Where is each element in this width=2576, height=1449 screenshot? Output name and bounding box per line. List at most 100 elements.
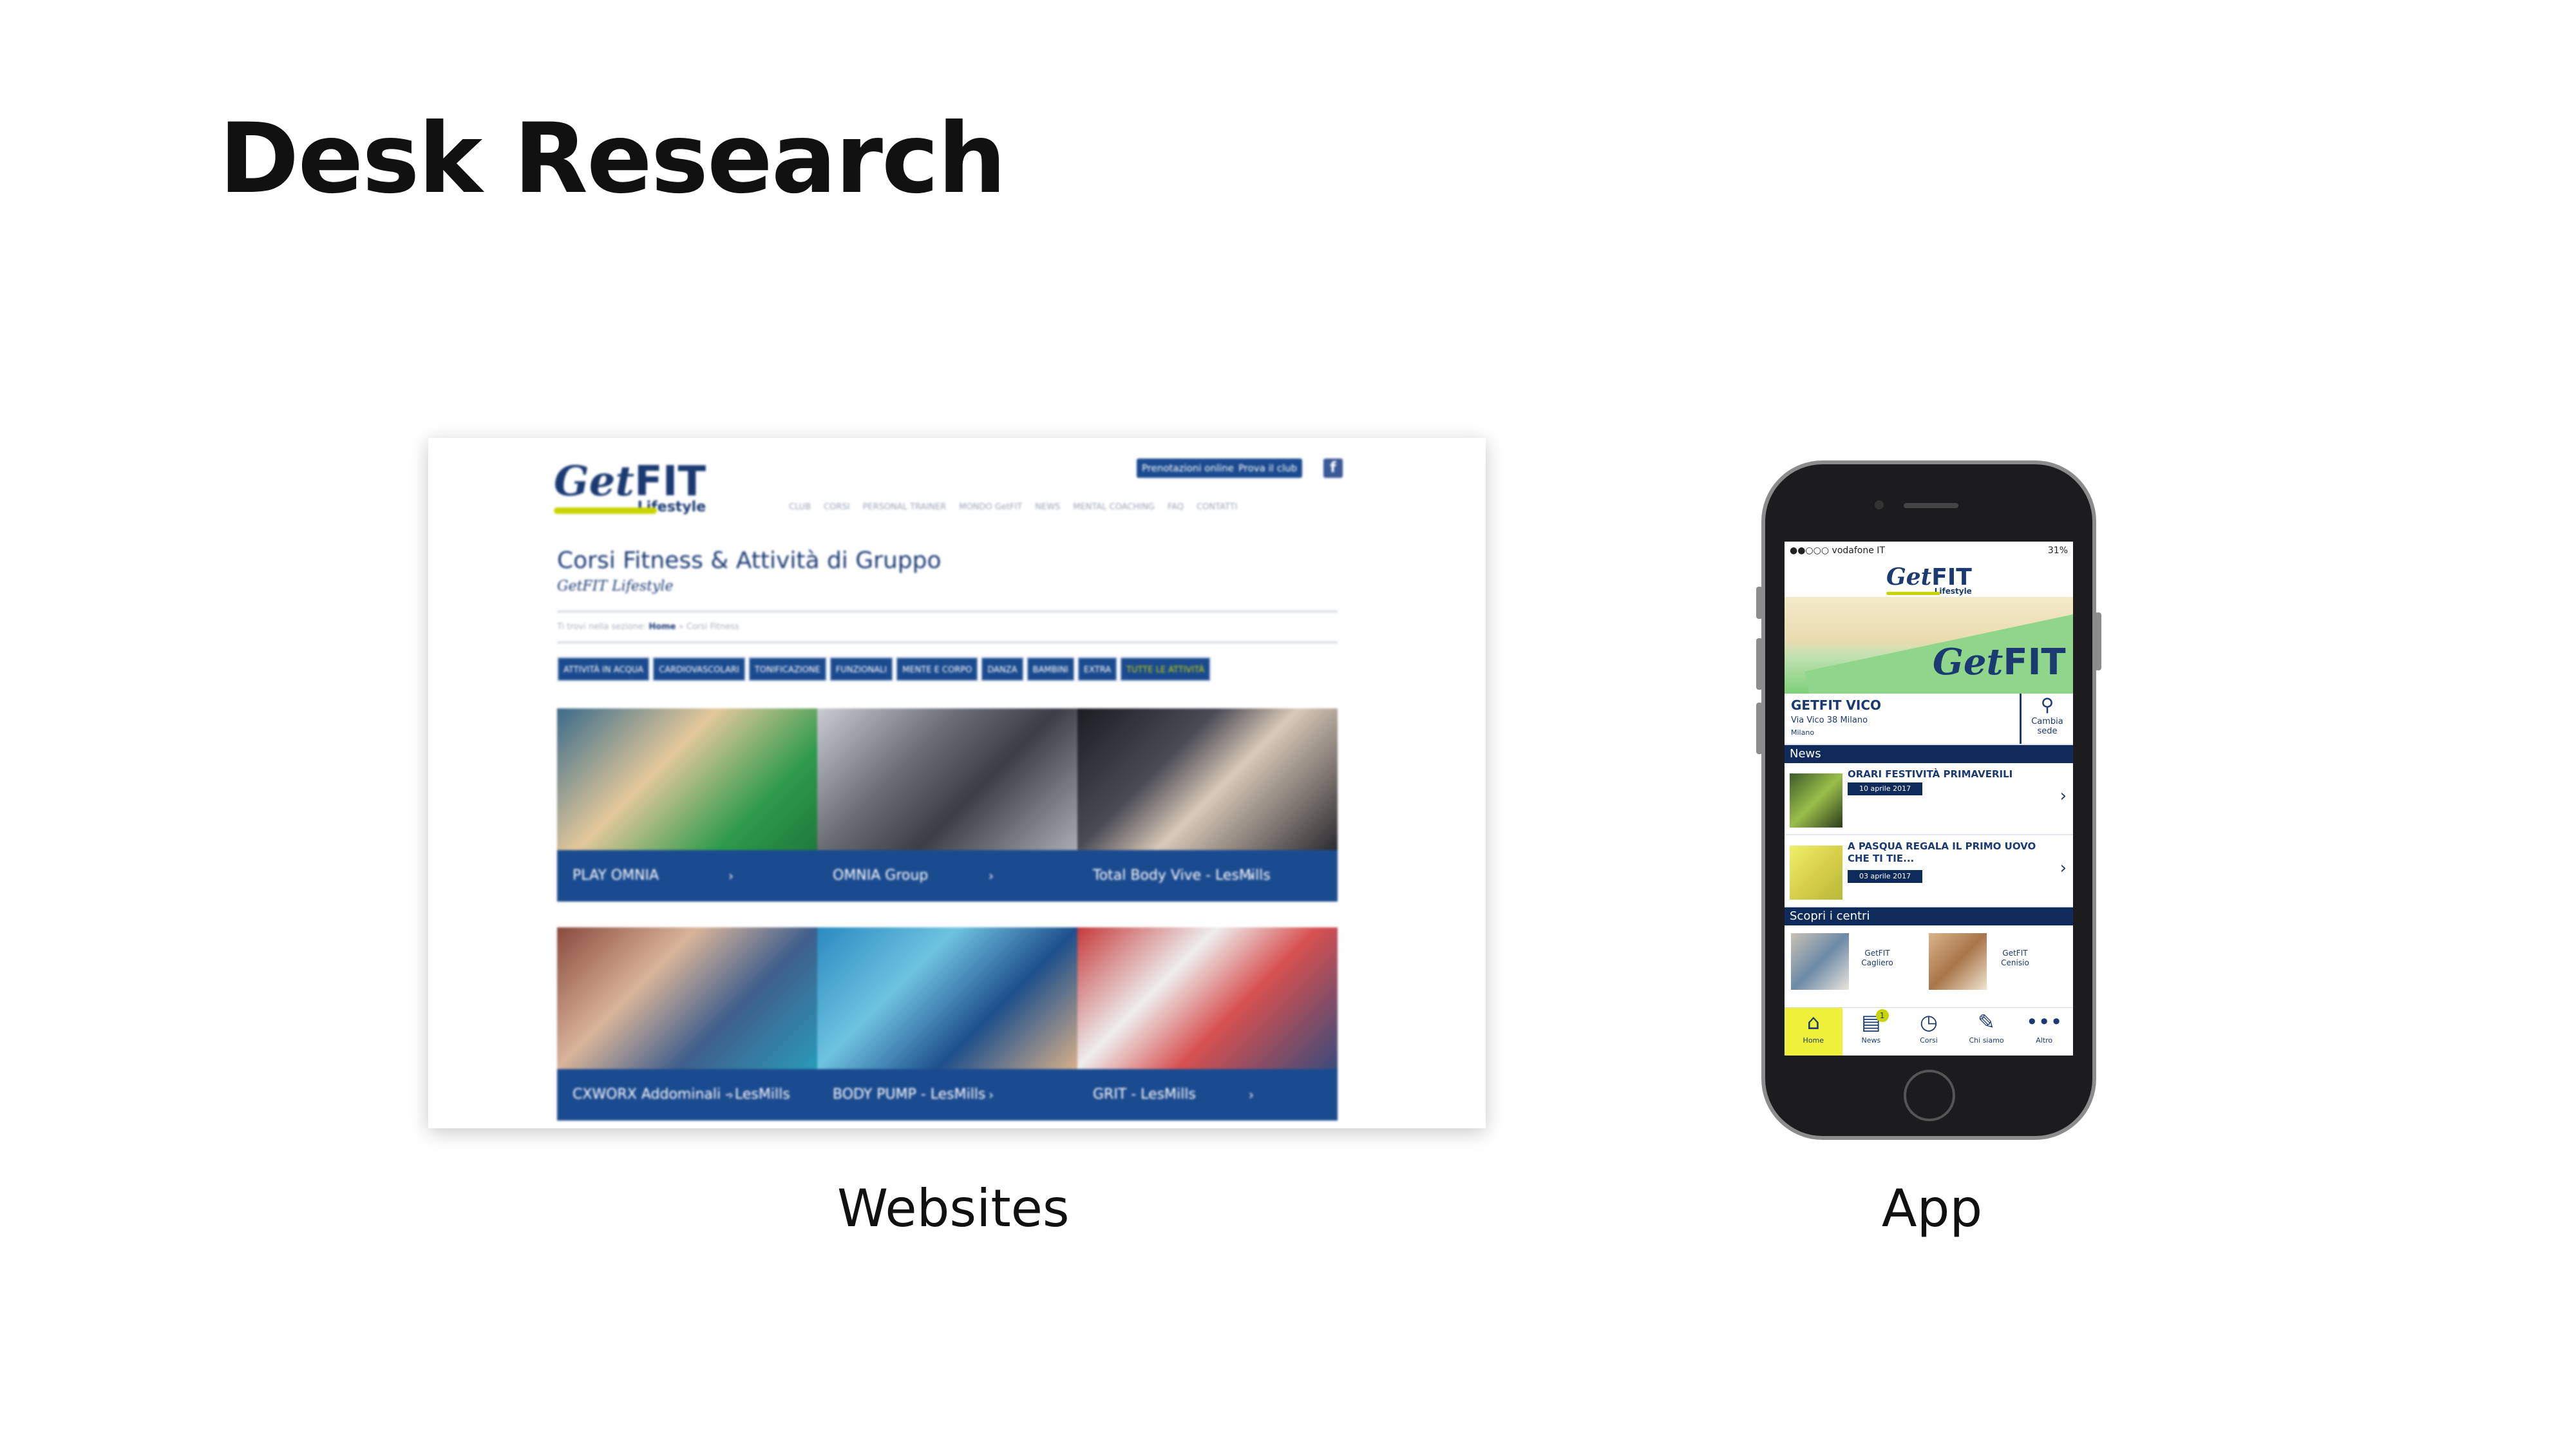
chevron-right-icon: › bbox=[989, 868, 994, 884]
app-logo: GetFIT Lifestyle bbox=[1886, 564, 1972, 596]
page-heading: Corsi Fitness & Attività di Gruppo bbox=[557, 547, 942, 574]
tab-news[interactable]: 1 ▤ News bbox=[1842, 1008, 1900, 1056]
tab-label: News bbox=[1861, 1036, 1881, 1045]
change-club-button[interactable]: ⚲ Cambia sede bbox=[2020, 694, 2073, 744]
category-mente-e-corpo[interactable]: MENTE E CORPO bbox=[896, 657, 979, 681]
phone-side-button bbox=[2095, 612, 2101, 670]
website-screenshot: GetFIT Lifestyle Prenotazioni online Pro… bbox=[428, 438, 1486, 1128]
category-danza[interactable]: DANZA bbox=[981, 657, 1024, 681]
centri-section-header: Scopri i centri bbox=[1785, 907, 2073, 925]
clock-icon: ◷ bbox=[1920, 1010, 1938, 1034]
front-camera bbox=[1875, 500, 1884, 509]
chevron-right-icon: › bbox=[2060, 786, 2067, 806]
website-logo[interactable]: GetFIT Lifestyle bbox=[554, 457, 706, 515]
map-pin-icon: ⚲ bbox=[2040, 694, 2054, 715]
centro-photo bbox=[1929, 933, 1987, 990]
breadcrumb-separator: » bbox=[678, 622, 684, 632]
facebook-icon[interactable]: f bbox=[1323, 459, 1343, 478]
category-tabs: ATTIVITÀ IN ACQUA CARDIOVASCOLARI TONIFI… bbox=[557, 657, 1338, 681]
course-title: OMNIA Group bbox=[833, 867, 929, 884]
nav-faq[interactable]: FAQ bbox=[1168, 502, 1184, 512]
caption-websites: Websites bbox=[837, 1179, 1070, 1238]
breadcrumb: Ti trovi nella sezione: Home » Corsi Fit… bbox=[557, 622, 739, 632]
nav-mental-coaching[interactable]: MENTAL COACHING bbox=[1073, 502, 1155, 512]
course-title: BODY PUMP - LesMills bbox=[833, 1086, 986, 1103]
nav-mondo-getfit[interactable]: MONDO GetFIT bbox=[959, 502, 1022, 512]
battery-label: 31% bbox=[2047, 545, 2068, 556]
category-tonificazione[interactable]: TONIFICAZIONE bbox=[748, 657, 827, 681]
tab-label: Altro bbox=[2036, 1036, 2053, 1045]
centro-photo bbox=[1791, 933, 1849, 990]
phone-side-button bbox=[1756, 587, 1763, 619]
news-thumbnail bbox=[1788, 844, 1844, 901]
news-section-header: News bbox=[1785, 745, 2073, 763]
course-card[interactable]: OMNIA Group › bbox=[817, 708, 1077, 902]
news-icon: ▤ bbox=[1861, 1010, 1881, 1034]
chevron-right-icon: › bbox=[2060, 858, 2067, 878]
prenotazioni-online-button[interactable]: Prenotazioni online bbox=[1137, 459, 1240, 478]
club-info: GETFIT VICO Via Vico 38 Milano Milano ⚲ … bbox=[1785, 694, 2073, 745]
news-title: A PASQUA REGALA IL PRIMO UOVO CHE TI TIE… bbox=[1848, 840, 2036, 864]
news-title: ORARI FESTIVITÀ PRIMAVERILI bbox=[1848, 768, 2013, 780]
status-bar: ●●○○○ vodafone IT 31% bbox=[1785, 542, 2073, 560]
app-tab-bar: ⌂ Home 1 ▤ News ◷ Corsi ✎ Chi siamo ••• … bbox=[1785, 1007, 2073, 1056]
tab-home[interactable]: ⌂ Home bbox=[1785, 1008, 1842, 1056]
app-screen: ●●○○○ vodafone IT 31% GetFIT Lifestyle G… bbox=[1785, 542, 2073, 1056]
course-photo bbox=[817, 927, 1077, 1069]
club-city: Milano bbox=[1791, 728, 1815, 737]
divider bbox=[557, 611, 1338, 612]
nav-news[interactable]: NEWS bbox=[1035, 502, 1060, 512]
course-title: Total Body Vive - LesMills bbox=[1093, 867, 1271, 884]
category-bambini[interactable]: BAMBINI bbox=[1026, 657, 1075, 681]
category-extra[interactable]: EXTRA bbox=[1077, 657, 1118, 681]
slide-title: Desk Research bbox=[219, 103, 1007, 215]
course-card[interactable]: GRIT - LesMills › bbox=[1077, 927, 1338, 1121]
nav-club[interactable]: CLUB bbox=[789, 502, 811, 512]
club-name: GETFIT VICO bbox=[1791, 697, 1882, 713]
course-card[interactable]: Total Body Vive - LesMills › bbox=[1077, 708, 1338, 902]
tab-label: Chi siamo bbox=[1969, 1036, 2004, 1045]
tab-altro[interactable]: ••• Altro bbox=[2015, 1008, 2073, 1056]
category-cardiovascolari[interactable]: CARDIOVASCOLARI bbox=[652, 657, 746, 681]
nav-corsi[interactable]: CORSI bbox=[824, 502, 849, 512]
course-card[interactable]: CXWORX Addominali - LesMills › bbox=[557, 927, 817, 1121]
centro-card[interactable]: GetFIT Cenisio bbox=[1925, 929, 2058, 992]
tab-chi-siamo[interactable]: ✎ Chi siamo bbox=[1958, 1008, 2016, 1056]
centro-name: GetFIT Cenisio bbox=[2001, 949, 2029, 967]
category-tutte-le-attivita[interactable]: TUTTE LE ATTIVITÀ bbox=[1120, 657, 1211, 681]
course-card[interactable]: PLAY OMNIA › bbox=[557, 708, 817, 902]
notification-badge: 1 bbox=[1875, 1009, 1889, 1022]
home-icon: ⌂ bbox=[1806, 1010, 1820, 1034]
course-title: PLAY OMNIA bbox=[573, 867, 659, 884]
chevron-right-icon: › bbox=[1249, 1087, 1254, 1103]
news-item[interactable]: A PASQUA REGALA IL PRIMO UOVO CHE TI TIE… bbox=[1785, 835, 2073, 907]
phone-mockup: ●●○○○ vodafone IT 31% GetFIT Lifestyle G… bbox=[1756, 460, 2101, 1140]
course-card[interactable]: BODY PUMP - LesMills › bbox=[817, 927, 1077, 1121]
category-attivita-in-acqua[interactable]: ATTIVITÀ IN ACQUA bbox=[557, 657, 650, 681]
page-subheading: GetFIT Lifestyle bbox=[557, 578, 674, 594]
news-item[interactable]: ORARI FESTIVITÀ PRIMAVERILI 10 aprile 20… bbox=[1785, 763, 2073, 835]
news-date: 03 aprile 2017 bbox=[1848, 870, 1923, 883]
nav-contatti[interactable]: CONTATTI bbox=[1197, 502, 1237, 512]
change-club-label: Cambia sede bbox=[2031, 717, 2063, 736]
hero-logo: GetFIT bbox=[1933, 641, 2066, 683]
chevron-right-icon: › bbox=[728, 868, 734, 884]
edit-icon: ✎ bbox=[1978, 1010, 1995, 1034]
prova-il-club-button[interactable]: Prova il club bbox=[1233, 459, 1303, 478]
centro-card[interactable]: GetFIT Cagliero bbox=[1787, 929, 1920, 992]
app-header: GetFIT Lifestyle bbox=[1785, 560, 2073, 597]
course-photo bbox=[1077, 927, 1338, 1069]
news-date: 10 aprile 2017 bbox=[1848, 782, 1923, 795]
breadcrumb-current: Corsi Fitness bbox=[686, 622, 739, 632]
course-title: CXWORX Addominali - LesMills bbox=[573, 1086, 790, 1103]
earpiece-speaker bbox=[1904, 503, 1958, 508]
home-button[interactable] bbox=[1904, 1070, 1955, 1121]
breadcrumb-home[interactable]: Home bbox=[649, 622, 676, 632]
tab-corsi[interactable]: ◷ Corsi bbox=[1900, 1008, 1958, 1056]
course-grid-row-2: CXWORX Addominali - LesMills › BODY PUMP … bbox=[557, 927, 1338, 1121]
phone-side-button bbox=[1756, 638, 1763, 690]
centri-list: GetFIT Cagliero GetFIT Cenisio bbox=[1785, 925, 2073, 1001]
nav-personal-trainer[interactable]: PERSONAL TRAINER bbox=[863, 502, 947, 512]
course-title: GRIT - LesMills bbox=[1093, 1086, 1196, 1103]
category-funzionali[interactable]: FUNZIONALI bbox=[829, 657, 894, 681]
